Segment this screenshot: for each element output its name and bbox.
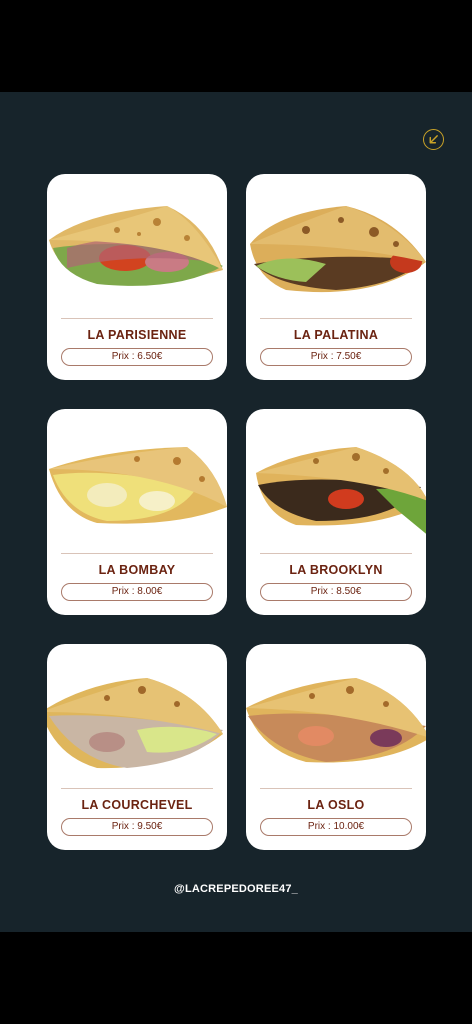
product-name: LA BROOKLYN bbox=[289, 563, 383, 577]
card-divider bbox=[61, 318, 213, 319]
price-button[interactable]: Prix : 8.50€ bbox=[260, 583, 412, 601]
price-button[interactable]: Prix : 8.00€ bbox=[61, 583, 213, 601]
crepe-image bbox=[47, 678, 223, 769]
crepe-image bbox=[256, 447, 426, 534]
product-name: LA PALATINA bbox=[293, 328, 379, 342]
product-card-bombay[interactable]: LA BOMBAY Prix : 8.00€ bbox=[47, 409, 227, 615]
back-button[interactable] bbox=[423, 129, 444, 150]
product-card-oslo[interactable]: LA OSLO Prix : 10.00€ bbox=[246, 644, 426, 850]
price-button[interactable]: Prix : 6.50€ bbox=[61, 348, 213, 366]
crepe-image bbox=[250, 206, 426, 293]
product-name: LA OSLO bbox=[307, 798, 365, 812]
card-divider bbox=[61, 553, 213, 554]
card-divider bbox=[260, 788, 412, 789]
card-divider bbox=[260, 318, 412, 319]
instagram-handle[interactable]: @LACREPEDOREE47_ bbox=[0, 883, 472, 895]
product-card-courchevel[interactable]: LA COURCHEVEL Prix : 9.50€ bbox=[47, 644, 227, 850]
product-card-parisienne[interactable]: LA PARISIENNE Prix : 6.50€ bbox=[47, 174, 227, 380]
price-button[interactable]: Prix : 10.00€ bbox=[260, 818, 412, 836]
price-button[interactable]: Prix : 9.50€ bbox=[61, 818, 213, 836]
card-divider bbox=[61, 788, 213, 789]
crepe-image bbox=[49, 206, 223, 286]
card-divider bbox=[260, 553, 412, 554]
product-name: LA PARISIENNE bbox=[87, 328, 187, 342]
product-name: LA BOMBAY bbox=[98, 563, 176, 577]
crepe-image bbox=[49, 447, 227, 524]
crepe-image bbox=[246, 678, 426, 763]
arrow-down-left-icon bbox=[429, 135, 438, 144]
price-button[interactable]: Prix : 7.50€ bbox=[260, 348, 412, 366]
product-card-palatina[interactable]: LA PALATINA Prix : 7.50€ bbox=[246, 174, 426, 380]
product-name: LA COURCHEVEL bbox=[81, 798, 193, 812]
product-card-brooklyn[interactable]: LA BROOKLYN Prix : 8.50€ bbox=[246, 409, 426, 615]
